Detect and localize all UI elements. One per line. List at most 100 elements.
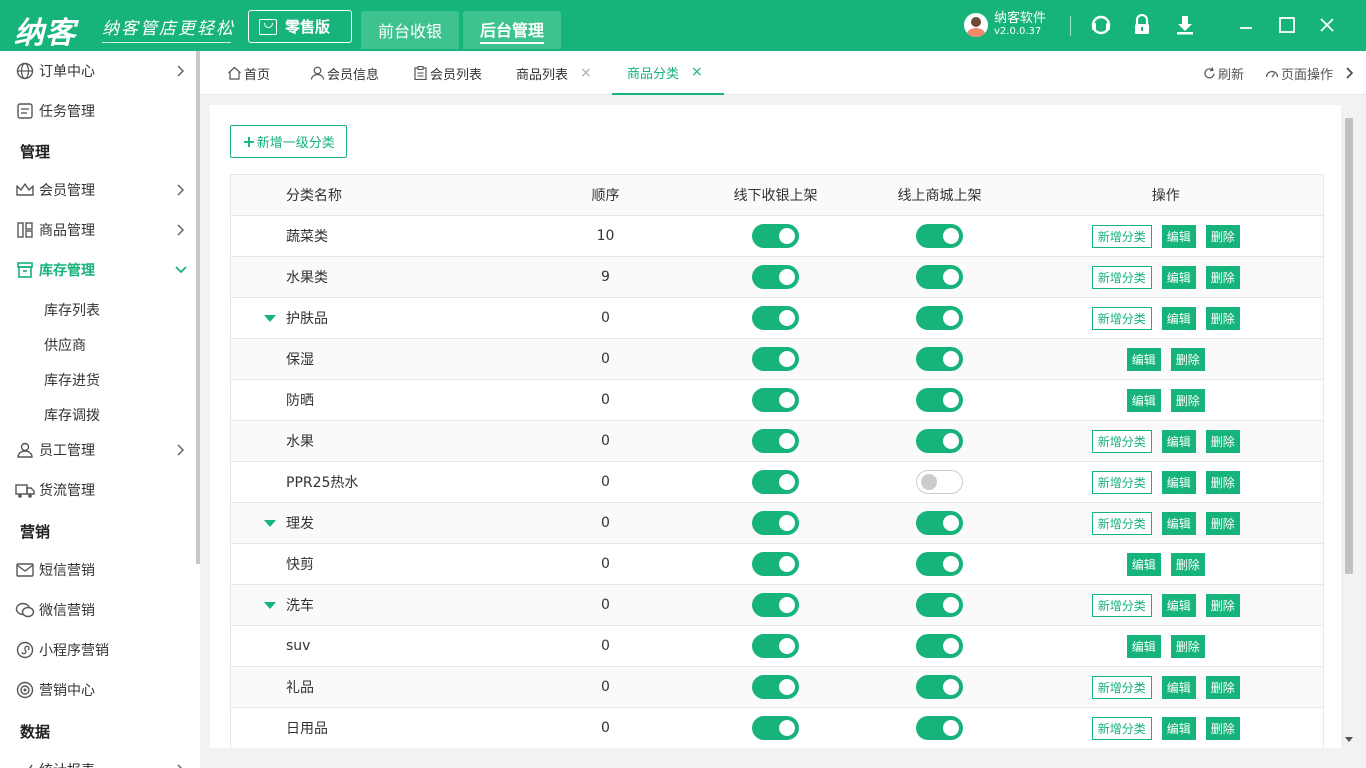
tab-member-info[interactable]: 会员信息 xyxy=(310,51,379,95)
sidebar-item-orders[interactable]: 订单中心 xyxy=(0,51,196,91)
add-subcategory-button[interactable]: 新增分类 xyxy=(1091,429,1152,453)
tab-front-cashier[interactable]: 前台收银 xyxy=(361,11,459,49)
offline-shelf-toggle[interactable] xyxy=(752,224,799,248)
delete-button[interactable]: 删除 xyxy=(1205,306,1240,330)
lock-icon[interactable] xyxy=(1131,14,1153,36)
delete-button[interactable]: 删除 xyxy=(1205,265,1240,289)
tab-product-list[interactable]: 商品列表 × xyxy=(516,51,592,95)
add-level1-category-button[interactable]: + 新增一级分类 xyxy=(230,125,347,158)
delete-button[interactable]: 删除 xyxy=(1205,470,1240,494)
edit-button[interactable]: 编辑 xyxy=(1161,593,1196,617)
sidebar-item-reports[interactable]: 统计报表 xyxy=(0,750,196,768)
offline-shelf-toggle[interactable] xyxy=(752,634,799,658)
add-subcategory-button[interactable]: 新增分类 xyxy=(1091,224,1152,248)
delete-button[interactable]: 删除 xyxy=(1170,634,1205,658)
close-tab-icon[interactable]: × xyxy=(580,65,592,81)
delete-button[interactable]: 删除 xyxy=(1205,224,1240,248)
edit-button[interactable]: 编辑 xyxy=(1126,634,1161,658)
edit-button[interactable]: 编辑 xyxy=(1126,347,1161,371)
delete-button[interactable]: 删除 xyxy=(1205,429,1240,453)
online-shelf-toggle[interactable] xyxy=(916,347,963,371)
headset-icon[interactable] xyxy=(1090,14,1112,36)
sidebar-item-marketing-center[interactable]: 营销中心 xyxy=(0,670,196,710)
minimize-icon[interactable] xyxy=(1236,15,1256,35)
delete-button[interactable]: 删除 xyxy=(1205,593,1240,617)
online-shelf-toggle[interactable] xyxy=(916,511,963,535)
download-icon[interactable] xyxy=(1174,14,1196,36)
online-shelf-toggle[interactable] xyxy=(916,265,963,289)
add-subcategory-button[interactable]: 新增分类 xyxy=(1091,675,1152,699)
sidebar-item-sms[interactable]: 短信营销 xyxy=(0,550,196,590)
online-shelf-toggle[interactable] xyxy=(916,224,963,248)
add-subcategory-button[interactable]: 新增分类 xyxy=(1091,265,1152,289)
edit-button[interactable]: 编辑 xyxy=(1161,224,1196,248)
edit-button[interactable]: 编辑 xyxy=(1126,552,1161,576)
close-tab-icon[interactable]: × xyxy=(691,64,703,80)
delete-button[interactable]: 删除 xyxy=(1205,675,1240,699)
page-operations-button[interactable]: 页面操作 xyxy=(1265,51,1333,95)
tabs-scroll-right[interactable] xyxy=(1344,51,1354,95)
sidebar-item-miniprogram[interactable]: 小程序营销 xyxy=(0,630,196,670)
sidebar-subitem-inventory-list[interactable]: 库存列表 xyxy=(44,300,100,320)
sidebar-item-logistics[interactable]: 货流管理 xyxy=(0,470,196,510)
online-shelf-toggle[interactable] xyxy=(916,593,963,617)
maximize-icon[interactable] xyxy=(1277,15,1297,35)
sidebar-scrollbar[interactable] xyxy=(196,51,200,564)
offline-shelf-toggle[interactable] xyxy=(752,388,799,412)
sidebar-subitem-transfer[interactable]: 库存调拨 xyxy=(44,405,100,425)
offline-shelf-toggle[interactable] xyxy=(752,552,799,576)
edit-button[interactable]: 编辑 xyxy=(1161,470,1196,494)
tab-backend-management[interactable]: 后台管理 xyxy=(463,11,561,49)
refresh-button[interactable]: 刷新 xyxy=(1203,51,1244,95)
sidebar-item-goods[interactable]: 商品管理 xyxy=(0,210,196,250)
sidebar-item-wechat[interactable]: 微信营销 xyxy=(0,590,196,630)
close-icon[interactable] xyxy=(1317,15,1337,35)
expand-caret-icon[interactable] xyxy=(264,520,276,527)
offline-shelf-toggle[interactable] xyxy=(752,675,799,699)
sidebar-item-inventory[interactable]: 库存管理 xyxy=(0,250,196,290)
edit-button[interactable]: 编辑 xyxy=(1126,388,1161,412)
sidebar-item-tasks[interactable]: 任务管理 xyxy=(0,91,196,131)
online-shelf-toggle[interactable] xyxy=(916,306,963,330)
online-shelf-toggle[interactable] xyxy=(916,716,963,740)
add-subcategory-button[interactable]: 新增分类 xyxy=(1091,470,1152,494)
online-shelf-toggle[interactable] xyxy=(916,429,963,453)
expand-caret-icon[interactable] xyxy=(264,315,276,322)
scroll-down-arrow-icon[interactable] xyxy=(1345,737,1353,742)
edit-button[interactable]: 编辑 xyxy=(1161,429,1196,453)
delete-button[interactable]: 删除 xyxy=(1205,716,1240,740)
sidebar-item-members[interactable]: 会员管理 xyxy=(0,170,196,210)
add-subcategory-button[interactable]: 新增分类 xyxy=(1091,716,1152,740)
online-shelf-toggle[interactable] xyxy=(916,675,963,699)
edit-button[interactable]: 编辑 xyxy=(1161,265,1196,289)
edition-button[interactable]: 零售版 xyxy=(248,10,352,43)
edit-button[interactable]: 编辑 xyxy=(1161,306,1196,330)
sidebar-subitem-purchase[interactable]: 库存进货 xyxy=(44,370,100,390)
add-subcategory-button[interactable]: 新增分类 xyxy=(1091,593,1152,617)
panel-scrollbar-thumb[interactable] xyxy=(1345,118,1353,574)
delete-button[interactable]: 删除 xyxy=(1205,511,1240,535)
offline-shelf-toggle[interactable] xyxy=(752,716,799,740)
delete-button[interactable]: 删除 xyxy=(1170,347,1205,371)
add-subcategory-button[interactable]: 新增分类 xyxy=(1091,511,1152,535)
edit-button[interactable]: 编辑 xyxy=(1161,716,1196,740)
tab-member-list[interactable]: 会员列表 xyxy=(413,51,482,95)
online-shelf-toggle[interactable] xyxy=(916,552,963,576)
sidebar-item-staff[interactable]: 员工管理 xyxy=(0,430,196,470)
sidebar-subitem-suppliers[interactable]: 供应商 xyxy=(44,335,86,355)
expand-caret-icon[interactable] xyxy=(264,602,276,609)
offline-shelf-toggle[interactable] xyxy=(752,306,799,330)
offline-shelf-toggle[interactable] xyxy=(752,470,799,494)
offline-shelf-toggle[interactable] xyxy=(752,429,799,453)
offline-shelf-toggle[interactable] xyxy=(752,265,799,289)
offline-shelf-toggle[interactable] xyxy=(752,347,799,371)
online-shelf-toggle[interactable] xyxy=(916,634,963,658)
tab-product-category[interactable]: 商品分类 × xyxy=(612,51,724,95)
offline-shelf-toggle[interactable] xyxy=(752,593,799,617)
edit-button[interactable]: 编辑 xyxy=(1161,675,1196,699)
delete-button[interactable]: 删除 xyxy=(1170,388,1205,412)
edit-button[interactable]: 编辑 xyxy=(1161,511,1196,535)
offline-shelf-toggle[interactable] xyxy=(752,511,799,535)
user-profile[interactable]: 纳客软件 v2.0.0.37 xyxy=(964,11,1046,38)
delete-button[interactable]: 删除 xyxy=(1170,552,1205,576)
